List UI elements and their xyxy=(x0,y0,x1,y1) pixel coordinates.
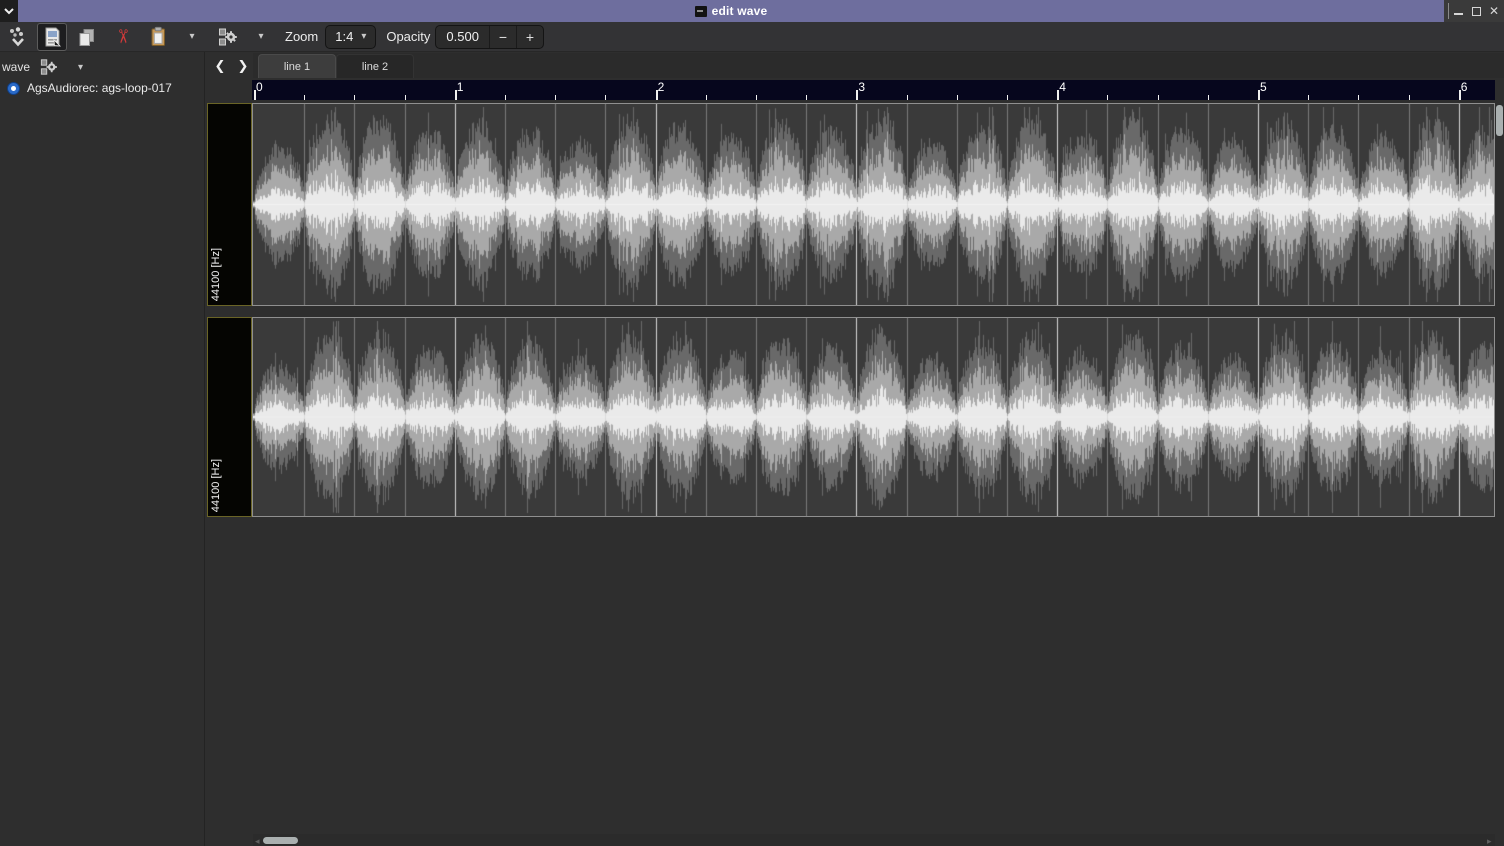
toolbar: ✂ ▾ ▾ Zoom 1:4 ▾ Opacity xyxy=(0,22,1504,52)
close-button[interactable]: ✕ xyxy=(1485,0,1503,22)
machine-selector-button[interactable] xyxy=(40,58,58,76)
position-tool-button[interactable] xyxy=(3,23,33,51)
ruler-number: 5 xyxy=(1260,80,1267,94)
edit-tool-button[interactable] xyxy=(37,23,67,51)
scroll-right-arrow[interactable]: ▸ xyxy=(1487,836,1492,846)
chevron-down-icon: ▾ xyxy=(189,31,194,42)
horizontal-scrollbar-thumb[interactable] xyxy=(263,837,298,844)
restore-icon xyxy=(1472,7,1481,16)
samplerate-box-1: 44100 [Hz] xyxy=(207,103,252,306)
machine-selector-panel xyxy=(0,52,205,846)
tab-prev-button[interactable]: ❮ xyxy=(209,54,231,78)
zoom-select[interactable]: 1:4 ▾ xyxy=(325,25,376,49)
ruler-minor-tick xyxy=(354,95,355,100)
vertical-scrollbar-thumb[interactable] xyxy=(1496,105,1503,136)
ruler-minor-tick xyxy=(706,95,707,100)
samplerate-label: 44100 [Hz] xyxy=(210,248,222,301)
window-menu-button[interactable] xyxy=(0,0,18,22)
chevron-left-icon: ❮ xyxy=(215,58,226,74)
cut-scissors-icon: ✂ xyxy=(112,29,131,45)
ruler-minor-tick xyxy=(1409,95,1410,100)
titlebar: edit wave ✕ xyxy=(0,0,1504,22)
ruler-minor-tick xyxy=(405,95,406,100)
ruler-number: 0 xyxy=(256,80,263,94)
paste-menu-arrow-button[interactable]: ▾ xyxy=(182,23,202,51)
machine-radio-label: AgsAudiorec: ags-loop-017 xyxy=(27,81,172,95)
ruler-minor-tick xyxy=(957,95,958,100)
titlebar-fill[interactable]: edit wave xyxy=(18,0,1444,22)
ruler-minor-tick xyxy=(505,95,506,100)
opacity-increment-button[interactable]: + xyxy=(516,26,543,48)
tool-popup-button[interactable] xyxy=(214,23,242,51)
chevron-down-icon xyxy=(4,8,14,15)
ruler-minor-tick xyxy=(756,95,757,100)
machine-tools-icon xyxy=(40,58,58,76)
chevron-down-icon: ▾ xyxy=(361,31,366,42)
copy-button[interactable] xyxy=(72,23,102,51)
ruler-minor-tick xyxy=(1158,95,1159,100)
close-icon: ✕ xyxy=(1489,4,1499,18)
tab-line-2[interactable]: line 2 xyxy=(336,54,414,78)
tab-line-1[interactable]: line 1 xyxy=(258,54,336,78)
ruler-minor-tick xyxy=(1358,95,1359,100)
window-title: edit wave xyxy=(712,4,768,18)
selector-label: wave xyxy=(2,60,30,74)
edit-tool-icon xyxy=(42,26,62,48)
tab-next-button[interactable]: ❯ xyxy=(232,54,254,78)
zoom-label: Zoom xyxy=(285,29,318,44)
samplerate-label: 44100 [Hz] xyxy=(210,459,222,512)
chevron-right-icon: ❯ xyxy=(238,58,249,74)
position-tool-icon xyxy=(7,26,29,48)
title-group: edit wave xyxy=(695,4,768,18)
opacity-label: Opacity xyxy=(386,29,430,44)
opacity-value[interactable]: 0.500 xyxy=(436,26,489,48)
tab-label: line 2 xyxy=(362,61,388,73)
zoom-value: 1:4 xyxy=(335,29,353,44)
samplerate-box-2: 44100 [Hz] xyxy=(207,317,252,517)
ruler-minor-tick xyxy=(1107,95,1108,100)
machine-radio-row[interactable]: AgsAudiorec: ags-loop-017 xyxy=(7,81,172,95)
radio-dot xyxy=(11,86,16,91)
copy-icon xyxy=(76,26,98,48)
chevron-down-icon: ▾ xyxy=(258,31,263,42)
ruler-minor-tick xyxy=(555,95,556,100)
horizontal-scrollbar-track[interactable] xyxy=(253,834,1495,846)
ruler-minor-tick xyxy=(605,95,606,100)
timeline-ruler[interactable]: 0 1 2 3 4 5 6 xyxy=(252,80,1495,100)
restore-button[interactable] xyxy=(1467,0,1485,22)
opacity-decrement-button[interactable]: − xyxy=(489,26,516,48)
ruler-minor-tick xyxy=(1208,95,1209,100)
waveform-canvas[interactable] xyxy=(253,318,1494,516)
tab-strip: line 1 line 2 xyxy=(253,53,1504,78)
waveform-canvas[interactable] xyxy=(253,104,1494,305)
ruler-minor-tick xyxy=(304,95,305,100)
paste-button[interactable] xyxy=(143,23,173,51)
ruler-minor-tick xyxy=(907,95,908,100)
machine-tools-icon xyxy=(218,27,238,47)
window-controls: ✕ xyxy=(1444,0,1504,22)
ruler-minor-tick xyxy=(1007,95,1008,100)
machine-selector-header: wave ▾ xyxy=(2,57,83,77)
waveform-channel-2[interactable] xyxy=(252,317,1495,517)
ruler-minor-tick xyxy=(806,95,807,100)
machine-dropdown-arrow[interactable]: ▾ xyxy=(78,62,83,73)
tool-menu-arrow-button[interactable]: ▾ xyxy=(251,23,271,51)
opacity-spinbutton: 0.500 − + xyxy=(435,25,544,49)
app-icon xyxy=(695,6,707,17)
ruler-minor-tick xyxy=(1308,95,1309,100)
scroll-left-arrow[interactable]: ◂ xyxy=(255,836,260,846)
minimize-icon xyxy=(1454,13,1463,15)
machine-radio-button[interactable] xyxy=(7,82,20,95)
waveform-channel-1[interactable] xyxy=(252,103,1495,306)
cut-button[interactable]: ✂ xyxy=(107,23,137,51)
ruler-number: 1 xyxy=(457,80,464,94)
ruler-number: 3 xyxy=(858,80,865,94)
ruler-number: 4 xyxy=(1059,80,1066,94)
minimize-button[interactable] xyxy=(1449,0,1467,22)
ruler-number: 6 xyxy=(1461,80,1468,94)
paste-icon xyxy=(147,26,169,48)
ruler-number: 2 xyxy=(658,80,665,94)
tab-label: line 1 xyxy=(284,61,310,73)
